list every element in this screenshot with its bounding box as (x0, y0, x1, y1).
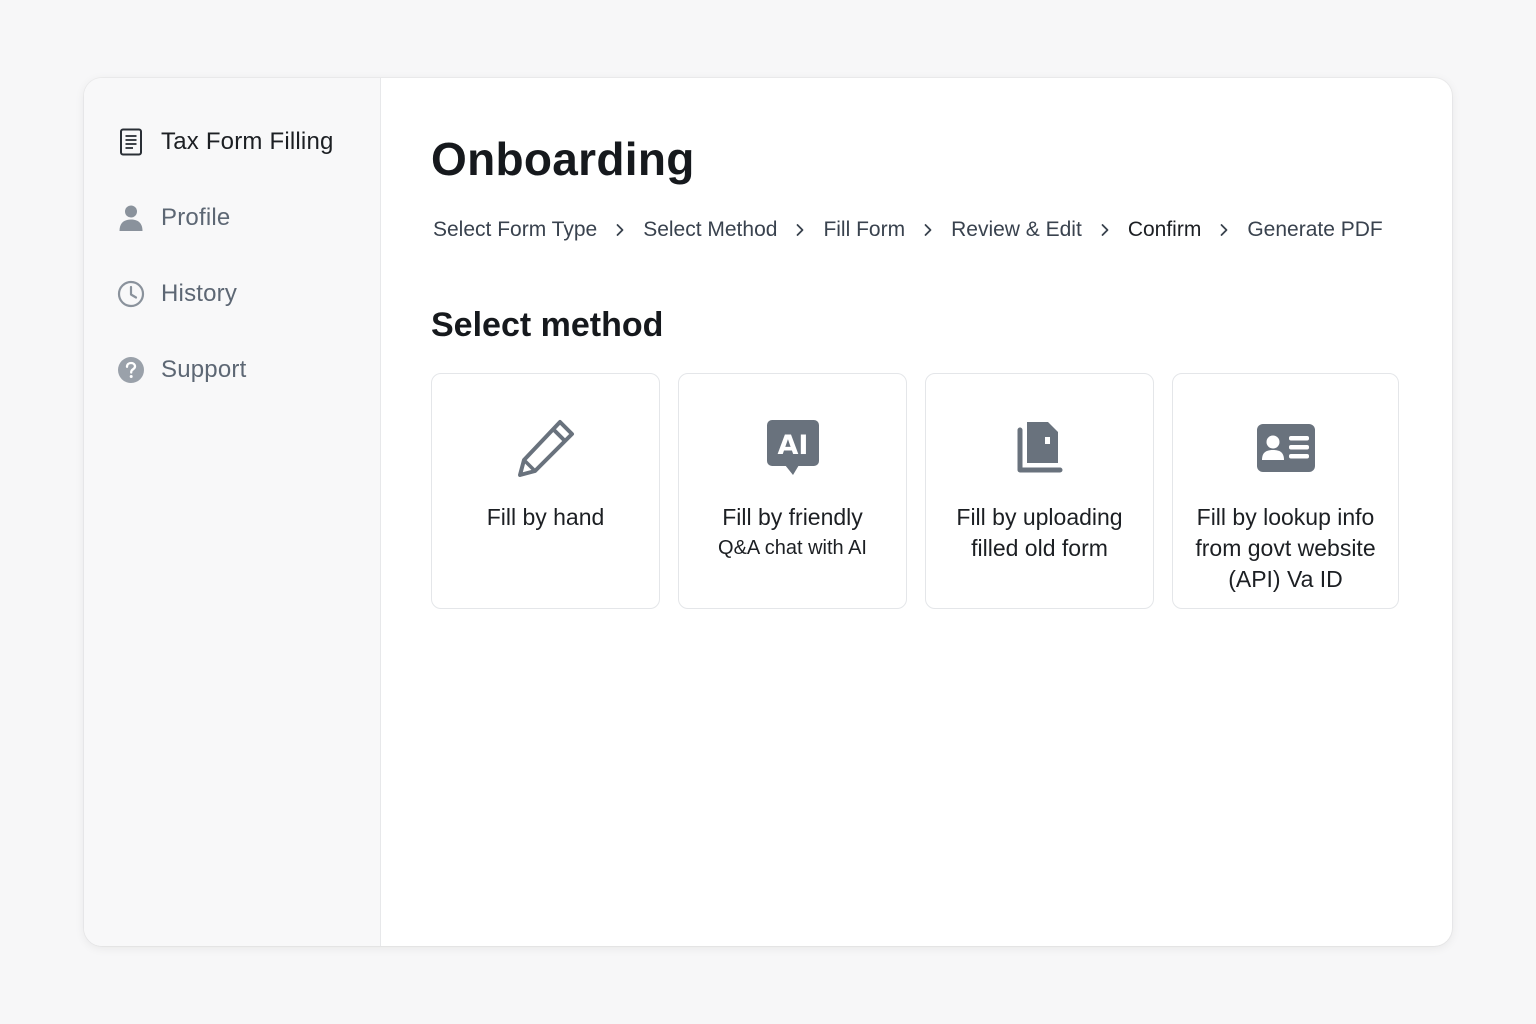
section-title: Select method (431, 306, 664, 344)
chevron-right-icon (1082, 223, 1128, 237)
sidebar-item-tax-form-filling[interactable]: Tax Form Filling (84, 122, 380, 162)
sidebar-item-label: Profile (161, 204, 231, 231)
breadcrumb-step-review-edit[interactable]: Review & Edit (951, 218, 1082, 242)
method-card-fill-by-ai-chat[interactable]: AI Fill by friendly Q&A chat with AI (678, 373, 907, 609)
breadcrumb-step-generate-pdf[interactable]: Generate PDF (1247, 218, 1382, 242)
method-card-label: Fill by uploading filled old form (956, 504, 1123, 561)
method-card-fill-by-hand[interactable]: Fill by hand (431, 373, 660, 609)
method-card-label: Fill by friendly (722, 504, 863, 530)
breadcrumb-step-confirm[interactable]: Confirm (1128, 218, 1202, 242)
method-card-label: Fill by hand (486, 504, 605, 530)
app-window: Tax Form Filling Profile History Support… (84, 78, 1452, 946)
chevron-right-icon (777, 223, 823, 237)
main-content: Onboarding Select Form Type Select Metho… (381, 78, 1452, 946)
id-card-icon (1254, 416, 1318, 480)
sidebar-item-label: Tax Form Filling (161, 128, 334, 155)
sidebar-item-label: History (161, 280, 238, 307)
pencil-icon (514, 416, 578, 480)
user-icon (116, 203, 146, 233)
clock-icon (116, 279, 146, 309)
breadcrumb: Select Form Type Select Method Fill Form… (433, 218, 1383, 242)
svg-text:AI: AI (777, 430, 808, 461)
sidebar-item-profile[interactable]: Profile (84, 198, 380, 238)
method-cards: Fill by hand AI Fill by friendly Q&A cha… (431, 373, 1399, 609)
help-icon (116, 355, 146, 385)
sidebar-item-label: Support (161, 356, 247, 383)
method-card-label: Fill by lookup info from govt website (A… (1195, 504, 1376, 592)
chevron-right-icon (905, 223, 951, 237)
chevron-right-icon (597, 223, 643, 237)
sidebar-item-support[interactable]: Support (84, 350, 380, 390)
sidebar-item-history[interactable]: History (84, 274, 380, 314)
document-icon (116, 127, 146, 157)
sidebar: Tax Form Filling Profile History Support (84, 78, 381, 946)
method-card-fill-by-upload[interactable]: Fill by uploading filled old form (925, 373, 1154, 609)
breadcrumb-step-fill-form[interactable]: Fill Form (823, 218, 905, 242)
chevron-right-icon (1201, 223, 1247, 237)
upload-document-icon (1008, 416, 1072, 480)
method-card-sublabel: Q&A chat with AI (718, 537, 867, 559)
breadcrumb-step-select-form-type[interactable]: Select Form Type (433, 218, 597, 242)
page-title: Onboarding (431, 133, 695, 185)
method-card-fill-by-govt-lookup[interactable]: Fill by lookup info from govt website (A… (1172, 373, 1399, 609)
breadcrumb-step-select-method[interactable]: Select Method (643, 218, 777, 242)
ai-chat-icon: AI (761, 416, 825, 480)
